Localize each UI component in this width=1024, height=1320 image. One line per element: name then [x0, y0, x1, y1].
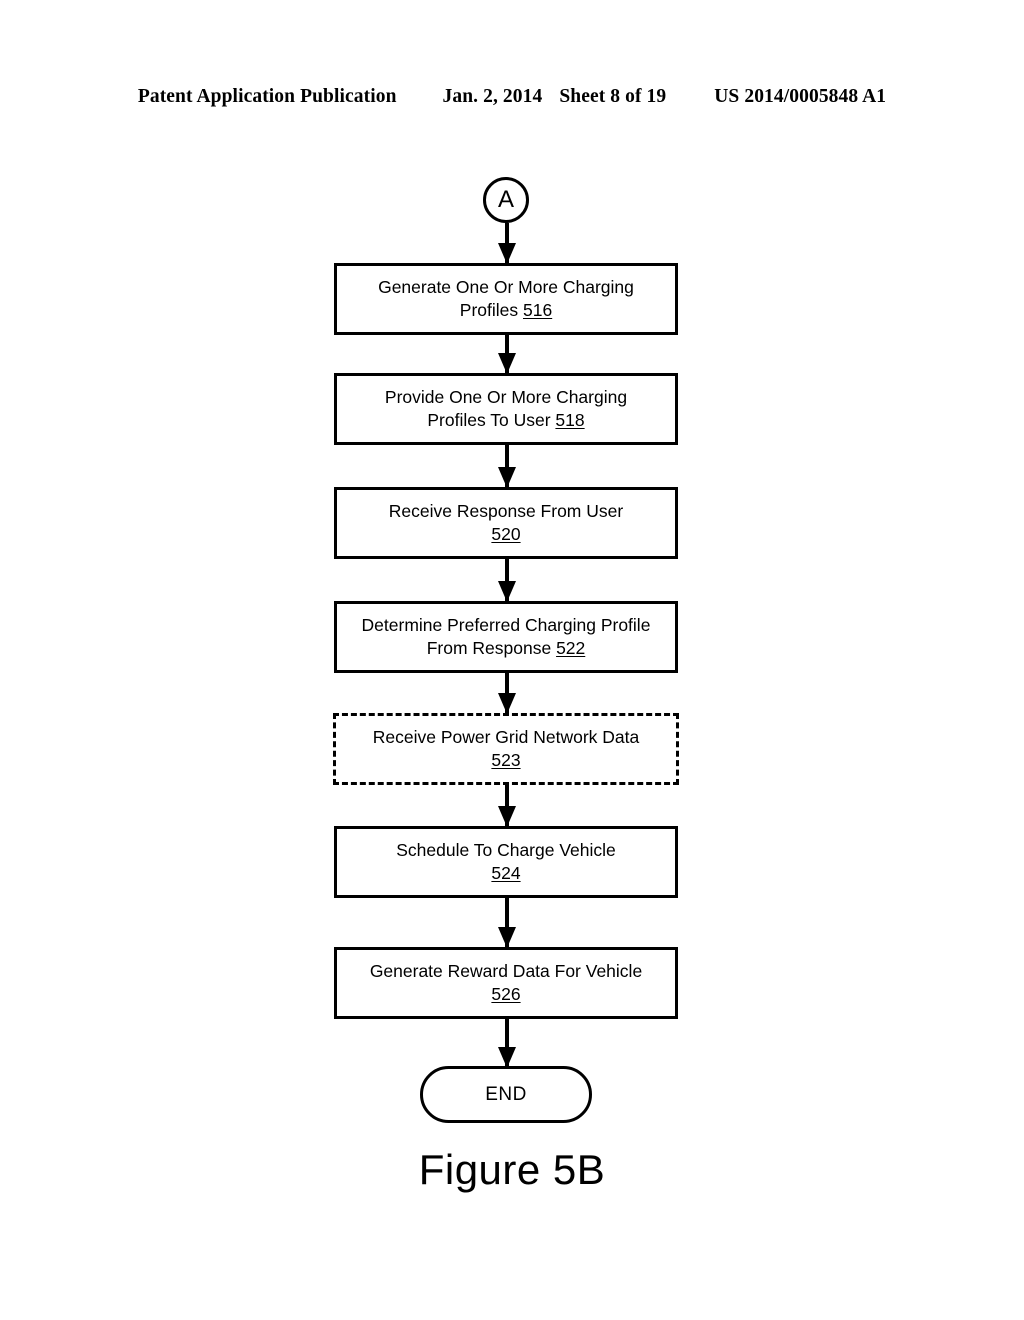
flow-node-516-line2: Profiles: [459, 300, 523, 320]
flow-node-526-line1: Generate Reward Data For Vehicle: [369, 961, 643, 981]
flow-node-518-ref: 518: [555, 410, 585, 430]
arrow-522-to-523: [505, 673, 509, 713]
arrow-526-to-end: [505, 1019, 509, 1067]
flow-node-523: Receive Power Grid Network Data 523: [333, 713, 679, 785]
flow-node-524: Schedule To Charge Vehicle 524: [334, 826, 678, 898]
flow-node-516: Generate One Or More Charging Profiles 5…: [334, 263, 678, 335]
flow-node-518: Provide One Or More Charging Profiles To…: [334, 373, 678, 445]
flow-node-523-line1: Receive Power Grid Network Data: [372, 727, 640, 747]
flow-connector-a-label: A: [497, 186, 514, 213]
flow-node-524-line1: Schedule To Charge Vehicle: [396, 840, 616, 860]
flow-node-524-ref: 524: [491, 863, 521, 883]
flow-node-520-line1: Receive Response From User: [388, 501, 624, 521]
flow-node-518-line1: Provide One Or More Charging: [384, 387, 628, 407]
flow-node-522-line2: From Response: [426, 638, 557, 658]
flow-node-523-ref: 523: [491, 750, 521, 770]
arrow-520-to-522: [505, 559, 509, 601]
flow-node-516-ref: 516: [523, 300, 553, 320]
arrow-connector-to-516: [505, 223, 509, 263]
arrow-518-to-520: [505, 445, 509, 487]
flowchart-diagram: A Generate One Or More Charging Profiles…: [0, 0, 1024, 1320]
flow-node-522-line1: Determine Preferred Charging Profile: [361, 615, 651, 635]
flow-node-526-ref: 526: [491, 984, 521, 1004]
figure-caption: Figure 5B: [418, 1146, 606, 1193]
flow-node-522-ref: 522: [556, 638, 586, 658]
arrow-523-to-524: [505, 785, 509, 826]
flow-node-518-line2: Profiles To User: [427, 410, 556, 430]
arrow-516-to-518: [505, 335, 509, 373]
flow-connector-a: A: [483, 177, 529, 223]
flow-terminal-end: END: [420, 1066, 592, 1123]
arrow-524-to-526: [505, 898, 509, 947]
flow-terminal-end-label: END: [485, 1083, 527, 1105]
flow-node-520: Receive Response From User 520: [334, 487, 678, 559]
flow-node-522: Determine Preferred Charging Profile Fro…: [334, 601, 678, 673]
flow-node-526: Generate Reward Data For Vehicle 526: [334, 947, 678, 1019]
flow-node-516-line1: Generate One Or More Charging: [378, 277, 634, 297]
flow-node-520-ref: 520: [491, 524, 521, 544]
